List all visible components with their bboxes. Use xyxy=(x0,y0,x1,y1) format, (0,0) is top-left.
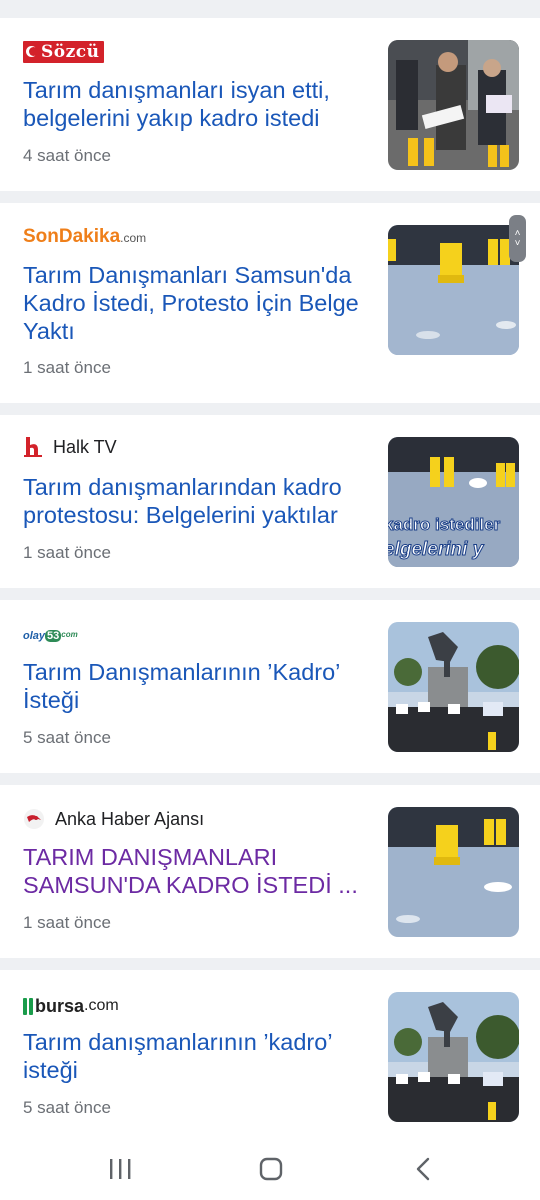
source-row: SonDakika.com xyxy=(23,225,146,249)
source-row: Sözcü xyxy=(23,40,105,64)
source-row: olay 53 com xyxy=(23,624,78,648)
article-thumbnail[interactable] xyxy=(388,40,519,170)
article-thumbnail[interactable] xyxy=(388,992,519,1122)
scroll-handle[interactable]: ˄ ˅ xyxy=(509,215,526,262)
source-row: Anka Haber Ajansı xyxy=(23,807,204,831)
thumb-overlay-text: kadro istediler xyxy=(388,515,501,534)
chevron-down-icon: ˅ xyxy=(514,237,521,249)
article-thumbnail[interactable] xyxy=(388,225,519,355)
sondakika-logo: SonDakika.com xyxy=(23,226,147,247)
news-card[interactable]: bursa .com Tarım danışmanlarının ’kadro’ … xyxy=(0,970,540,1138)
source-row: Halk TV xyxy=(23,435,117,459)
article-title[interactable]: Tarım danışmanları isyan etti, belgeleri… xyxy=(23,76,368,132)
sozcu-logo: Sözcü xyxy=(23,41,105,63)
chevron-up-icon: ˄ xyxy=(514,227,521,239)
article-time: 4 saat önce xyxy=(23,146,111,165)
article-thumbnail[interactable] xyxy=(388,622,519,752)
bursa-logo: bursa .com xyxy=(23,996,119,1017)
home-button[interactable] xyxy=(246,1152,296,1186)
home-icon xyxy=(259,1157,283,1181)
article-time: 5 saat önce xyxy=(23,728,111,747)
article-thumbnail[interactable]: kadro istediler elgelerini y xyxy=(388,437,519,567)
bursa-logo-mark-icon xyxy=(23,997,27,1015)
article-thumbnail[interactable] xyxy=(388,807,519,937)
article-time: 1 saat önce xyxy=(23,358,111,377)
halk-tv-logo-icon xyxy=(24,437,42,457)
back-icon xyxy=(416,1157,430,1181)
news-card[interactable]: Sözcü Tarım danışmanları isyan etti, bel… xyxy=(0,18,540,191)
article-title[interactable]: TARIM DANIŞMANLARI SAMSUN'DA KADRO İSTED… xyxy=(23,843,368,899)
news-card[interactable]: Halk TV Tarım danışmanlarından kadro pro… xyxy=(0,415,540,588)
recents-icon xyxy=(110,1159,131,1179)
source-name: Anka Haber Ajansı xyxy=(55,808,205,829)
news-card[interactable]: Anka Haber Ajansı TARIM DANIŞMANLARI SAM… xyxy=(0,785,540,958)
thumb-overlay-text: elgelerini y xyxy=(388,539,485,560)
article-time: 1 saat önce xyxy=(23,913,111,932)
article-time: 5 saat önce xyxy=(23,1098,111,1117)
article-title[interactable]: Tarım danışmanlarının ’kadro’ isteği xyxy=(23,1028,368,1084)
olay53-logo: olay 53 com xyxy=(23,630,78,642)
news-card[interactable]: olay 53 com Tarım Danışmanlarının ’Kadro’ … xyxy=(0,600,540,773)
source-row: bursa .com xyxy=(23,994,119,1018)
article-title[interactable]: Tarım Danışmanları Samsun'da Kadro İsted… xyxy=(23,261,368,345)
back-button[interactable] xyxy=(398,1152,448,1186)
article-title[interactable]: Tarım Danışmanlarının ’Kadro’ İsteği xyxy=(23,658,368,714)
system-navigation-bar xyxy=(0,1138,540,1200)
anka-logo-icon xyxy=(24,809,44,829)
article-title[interactable]: Tarım danışmanlarından kadro protestosu:… xyxy=(23,473,368,529)
article-time: 1 saat önce xyxy=(23,543,111,562)
news-card[interactable]: SonDakika.com Tarım Danışmanları Samsun'… xyxy=(0,203,540,403)
recents-button[interactable] xyxy=(95,1152,145,1186)
source-name: Halk TV xyxy=(53,436,117,457)
